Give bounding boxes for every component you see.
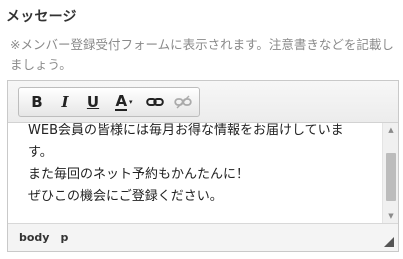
unlink-icon	[174, 95, 192, 109]
bold-button[interactable]: B	[23, 90, 51, 114]
path-item-p[interactable]: p	[60, 231, 68, 244]
text-color-button[interactable]: A ▾	[107, 90, 141, 114]
path-item-body[interactable]: body	[19, 231, 49, 244]
toolbar-area: B I U A ▾	[8, 81, 398, 123]
content-line: WEB会員の皆様には毎月お得な情報をお届けしていま	[28, 123, 344, 138]
formatting-toolbar: B I U A ▾	[18, 87, 200, 117]
underline-button[interactable]: U	[79, 90, 107, 114]
content-line: また毎回のネット予約もかんたんに！	[28, 167, 250, 182]
italic-button[interactable]: I	[51, 90, 79, 114]
text-color-icon: A	[115, 91, 128, 111]
element-path: body p	[19, 231, 68, 244]
chevron-down-icon: ▾	[129, 98, 133, 106]
scroll-up-icon[interactable]: ▲	[383, 123, 399, 137]
link-icon	[146, 98, 164, 106]
resize-handle-icon[interactable]	[384, 237, 394, 247]
rich-text-editor: B I U A ▾ WEB会員の皆様には毎月お得な情報をお届けしていま す。 ま…	[7, 80, 399, 252]
field-note: ※メンバー登録受付フォームに表示されます。注意書きなどを記載しましょう。	[10, 37, 394, 72]
unlink-button[interactable]	[169, 90, 197, 114]
field-label: メッセージ	[6, 9, 77, 25]
insert-link-button[interactable]	[141, 90, 169, 114]
content-line: ぜひこの機会にご登録ください。	[28, 189, 223, 204]
scroll-down-icon[interactable]: ▼	[383, 209, 399, 223]
scroll-thumb[interactable]	[386, 153, 396, 201]
content-line: す。	[28, 145, 53, 160]
editor-statusbar: body p	[8, 223, 398, 251]
editor-content[interactable]: WEB会員の皆様には毎月お得な情報をお届けしていま す。 また毎回のネット予約も…	[8, 123, 382, 223]
vertical-scrollbar[interactable]: ▲ ▼	[382, 123, 398, 223]
